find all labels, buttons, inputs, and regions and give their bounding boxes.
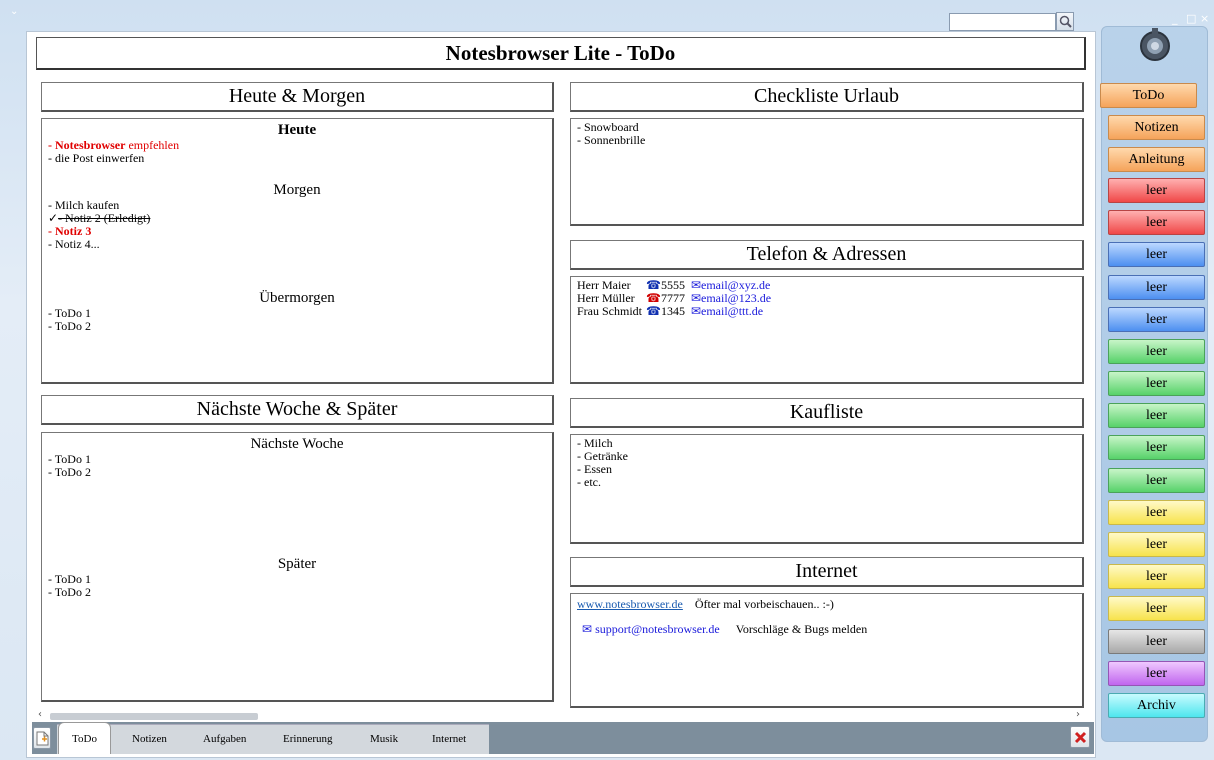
- tab-strip: [57, 724, 489, 754]
- sidebar-button-leer[interactable]: leer: [1108, 564, 1205, 589]
- notesbrowser-link-text[interactable]: - Notesbrowser: [48, 138, 125, 152]
- link-row: www.notesbrowser.de Öfter mal vorbeischa…: [577, 598, 1076, 611]
- phone-icon: ☎: [646, 304, 661, 318]
- list-item: - Getränke: [577, 449, 628, 463]
- contact-row: Frau Schmidt ☎ 1345 ✉ email@ttt.de: [577, 305, 1076, 318]
- search-button[interactable]: [1056, 12, 1074, 31]
- sidebar-button-anleitung[interactable]: Anleitung: [1108, 147, 1205, 172]
- section-title-heute-morgen: Heute & Morgen: [41, 82, 554, 112]
- mail-icon: ✉: [582, 622, 596, 636]
- new-page-button[interactable]: [33, 727, 51, 749]
- scroll-left-icon[interactable]: ‹: [38, 709, 42, 720]
- checkliste-note[interactable]: - Snowboard - Sonnenbrille: [570, 118, 1084, 226]
- search-icon: [1059, 15, 1072, 28]
- sidebar-button-leer[interactable]: leer: [1108, 532, 1205, 557]
- sidebar-button-leer[interactable]: leer: [1108, 468, 1205, 493]
- horizontal-scrollbar[interactable]: ‹ ›: [36, 709, 1086, 722]
- list-item: - ToDo 1: [48, 452, 91, 466]
- list-item-done: ✓- Notiz 2 (Erledigt): [48, 212, 546, 225]
- support-note: Vorschläge & Bugs melden: [735, 622, 868, 636]
- sidebar-button-leer[interactable]: leer: [1108, 210, 1205, 235]
- list-item: - ToDo 1: [48, 572, 91, 586]
- sidebar-button-leer[interactable]: leer: [1108, 178, 1205, 203]
- tab-aufgaben[interactable]: Aufgaben: [203, 733, 246, 745]
- list-item: - Sonnenbrille: [577, 133, 646, 147]
- tab-erinnerung[interactable]: Erinnerung: [283, 733, 332, 745]
- naechste-woche-note[interactable]: Nächste Woche - ToDo 1 - ToDo 2 Später -…: [41, 432, 554, 702]
- section-title-kaufliste: Kaufliste: [570, 398, 1084, 428]
- website-link[interactable]: www.notesbrowser.de: [577, 598, 683, 611]
- scrollbar-thumb[interactable]: [50, 713, 258, 720]
- telefon-note[interactable]: Herr Maier ☎ 5555 ✉ email@xyz.de Herr Mü…: [570, 276, 1084, 384]
- sidebar-button-leer[interactable]: leer: [1108, 339, 1205, 364]
- sidebar-button-leer[interactable]: leer: [1108, 403, 1205, 428]
- contact-phone: 1345: [660, 304, 685, 318]
- heute-morgen-note[interactable]: Heute - Notesbrowser empfehlen - die Pos…: [41, 118, 554, 384]
- contact-name: Frau Schmidt: [577, 304, 642, 318]
- list-item: - ToDo 1: [48, 306, 91, 320]
- maximize-icon[interactable]: □: [1186, 12, 1196, 25]
- sidebar-button-leer[interactable]: leer: [1108, 242, 1205, 267]
- app-window: ⌄ _ □ × Notesbrowser Lite - ToDo Heute &…: [0, 0, 1214, 760]
- tab-notizen[interactable]: Notizen: [132, 733, 167, 745]
- support-email[interactable]: support@notesbrowser.de: [595, 623, 720, 636]
- tab-musik[interactable]: Musik: [370, 733, 398, 745]
- sidebar-button-leer[interactable]: leer: [1108, 371, 1205, 396]
- page-title: Notesbrowser Lite - ToDo: [36, 37, 1086, 70]
- list-item-text: empfehlen: [125, 138, 180, 152]
- sidebar-button-leer[interactable]: leer: [1108, 629, 1205, 654]
- mail-icon: ✉: [690, 304, 702, 318]
- scroll-right-icon[interactable]: ›: [1076, 709, 1080, 720]
- sidebar-button-leer[interactable]: leer: [1108, 500, 1205, 525]
- section-title-telefon: Telefon & Adressen: [570, 240, 1084, 270]
- list-item: - Notiz 4...: [48, 237, 100, 251]
- link-note: Öfter mal vorbeischauen.. :-): [694, 597, 834, 611]
- window-menu-chevron-icon[interactable]: ⌄: [10, 6, 18, 17]
- list-item-important: - Notiz 3: [48, 224, 92, 238]
- spaeter-label: Später: [277, 556, 317, 572]
- section-title-naechste-woche: Nächste Woche & Später: [41, 395, 554, 425]
- sidebar-button-leer[interactable]: leer: [1108, 275, 1205, 300]
- new-page-icon: [36, 731, 48, 745]
- list-item: - ToDo 2: [48, 465, 91, 479]
- list-item: - etc.: [577, 475, 601, 489]
- check-icon: ✓: [48, 211, 59, 225]
- search-input[interactable]: [949, 13, 1056, 31]
- morgen-label: Morgen: [273, 182, 321, 198]
- section-title-checkliste: Checkliste Urlaub: [570, 82, 1084, 112]
- sidebar-button-todo[interactable]: ToDo: [1100, 83, 1197, 108]
- sidebar-button-leer[interactable]: leer: [1108, 661, 1205, 686]
- internet-note[interactable]: www.notesbrowser.de Öfter mal vorbeischa…: [570, 593, 1084, 708]
- gear-icon[interactable]: [1137, 27, 1173, 63]
- section-title-internet: Internet: [570, 557, 1084, 587]
- sidebar-button-archiv[interactable]: Archiv: [1108, 693, 1205, 718]
- list-item: - ToDo 2: [48, 319, 91, 333]
- contact-email[interactable]: email@ttt.de: [701, 305, 763, 318]
- tab-todo[interactable]: ToDo: [58, 722, 111, 754]
- list-item: - Essen: [577, 462, 612, 476]
- support-row: ✉ support@notesbrowser.de Vorschläge & B…: [577, 623, 1076, 636]
- close-tab-button[interactable]: [1070, 726, 1090, 748]
- sidebar-button-leer[interactable]: leer: [1108, 596, 1205, 621]
- list-item-text: - Notiz 2 (Erledigt): [58, 211, 151, 225]
- heute-label: Heute: [277, 122, 317, 138]
- list-item: - ToDo 2: [48, 585, 91, 599]
- sidebar-button-notizen[interactable]: Notizen: [1108, 115, 1205, 140]
- kaufliste-note[interactable]: - Milch - Getränke - Essen - etc.: [570, 434, 1084, 544]
- minimize-icon[interactable]: _: [1172, 12, 1178, 25]
- uebermorgen-label: Übermorgen: [259, 290, 335, 306]
- tab-internet[interactable]: Internet: [432, 733, 466, 745]
- close-window-icon[interactable]: ×: [1200, 12, 1209, 25]
- sidebar-button-leer[interactable]: leer: [1108, 435, 1205, 460]
- list-item: - Snowboard: [577, 120, 639, 134]
- close-icon: [1074, 731, 1086, 743]
- naechste-woche-label: Nächste Woche: [250, 436, 344, 452]
- list-item: - die Post einwerfen: [48, 151, 145, 165]
- list-item: - Milch: [577, 436, 613, 450]
- sidebar-button-leer[interactable]: leer: [1108, 307, 1205, 332]
